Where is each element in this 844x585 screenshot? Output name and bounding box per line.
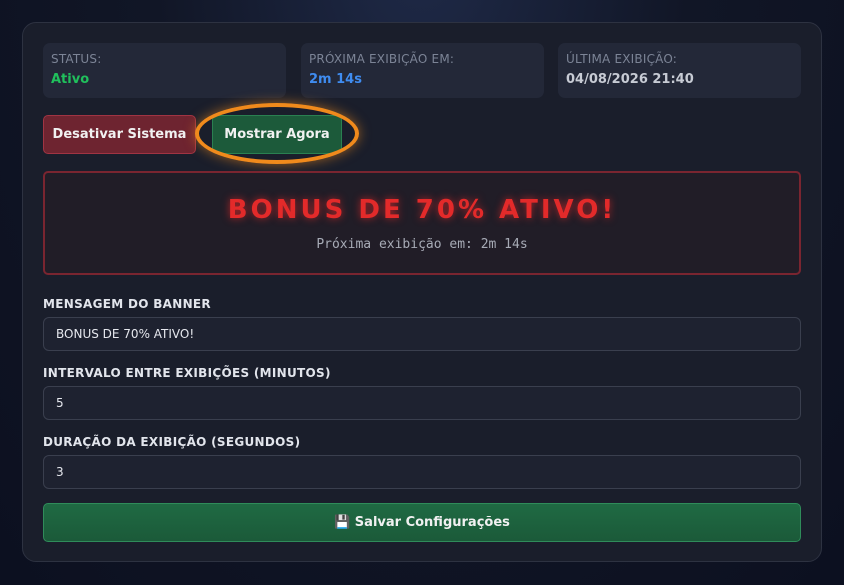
last-display-value: 04/08/2026 21:40 [566,72,694,87]
next-display-label: PRÓXIMA EXIBIÇÃO EM: [309,52,455,66]
banner-preview-countdown: Próxima exibição em: 2m 14s [316,237,528,252]
last-display-card: ÚLTIMA EXIBIÇÃO: 04/08/2026 21:40 [558,43,801,98]
status-row: STATUS: Ativo PRÓXIMA EXIBIÇÃO EM: 2m 14… [43,43,801,98]
interval-label: INTERVALO ENTRE EXIBIÇÕES (MINUTOS) [43,366,331,380]
duration-input[interactable] [43,455,801,489]
status-value: Ativo [51,72,90,87]
settings-panel: STATUS: Ativo PRÓXIMA EXIBIÇÃO EM: 2m 14… [22,22,822,562]
next-display-card: PRÓXIMA EXIBIÇÃO EM: 2m 14s [301,43,544,98]
banner-message-label: MENSAGEM DO BANNER [43,297,211,311]
save-settings-button[interactable]: 💾 Salvar Configurações [43,503,801,542]
duration-label: DURAÇÃO DA EXIBIÇÃO (SEGUNDOS) [43,435,301,449]
deactivate-system-button[interactable]: Desativar Sistema [43,115,196,154]
next-display-value: 2m 14s [309,72,362,87]
last-display-label: ÚLTIMA EXIBIÇÃO: [566,52,678,66]
status-card: STATUS: Ativo [43,43,286,98]
banner-preview: BONUS DE 70% ATIVO! Próxima exibição em:… [43,171,801,275]
interval-input[interactable] [43,386,801,420]
show-now-button[interactable]: Mostrar Agora [212,115,342,154]
banner-message-input[interactable] [43,317,801,351]
status-label: STATUS: [51,52,102,66]
banner-preview-title: BONUS DE 70% ATIVO! [227,195,617,225]
